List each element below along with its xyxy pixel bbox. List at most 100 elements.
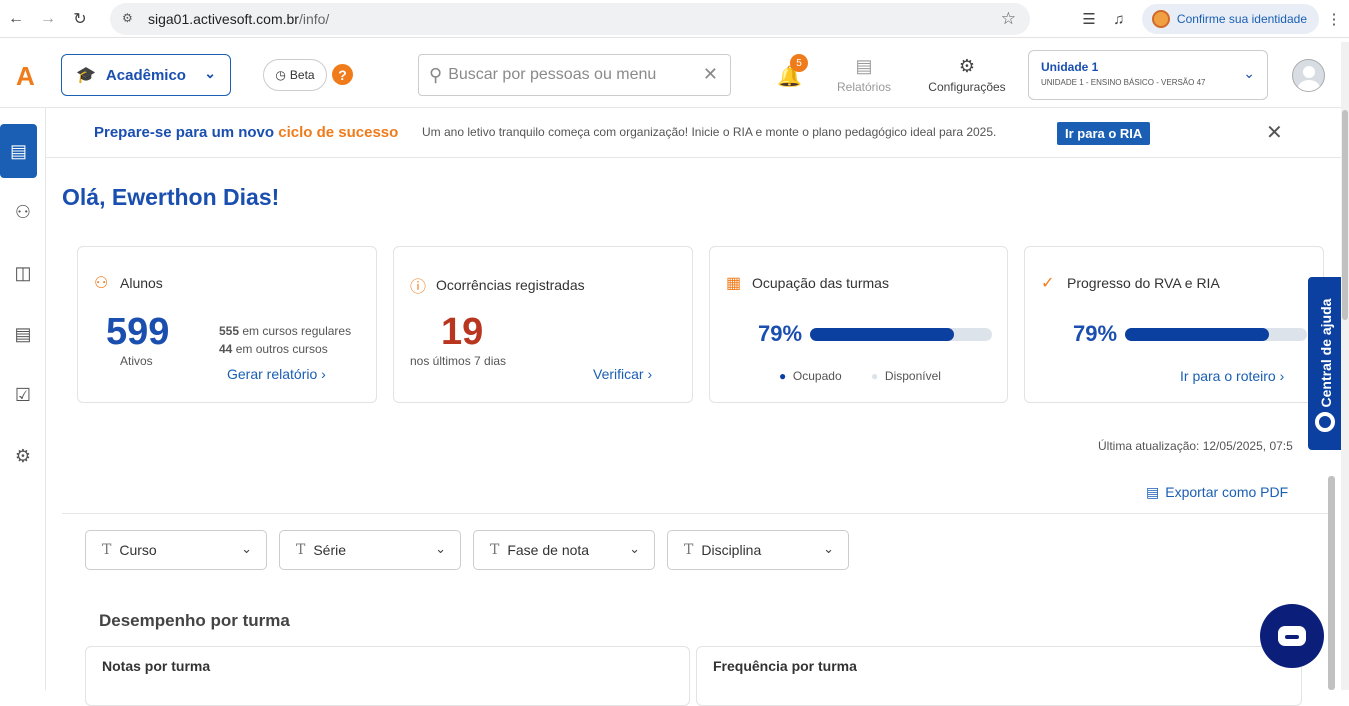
grades-panel: Notas por turma [85,646,690,706]
settings-link[interactable]: ⚙ Configurações [920,56,1014,94]
book-icon: ▤ [14,323,32,344]
sidebar: ▤ ⚇ ◫ ▤ ☑ ⚙ [0,108,46,690]
text-type-icon: T [684,542,694,558]
unit-name: Unidade 1 [1041,60,1099,74]
logo-letter: A [16,61,35,91]
back-icon[interactable]: ← [0,0,32,38]
filter-label: Fase de nota [507,542,590,558]
id-card-icon: ◫ [14,262,32,283]
progress-bar-fill [1125,328,1269,341]
reload-icon[interactable]: ↻ [64,0,96,38]
more-menu-icon[interactable]: ⋮ [1319,10,1349,28]
export-label: Exportar como PDF [1165,484,1289,500]
help-icon[interactable]: ? [332,64,353,85]
legend-occupied: ● Ocupado [779,369,842,383]
occupancy-card: ▦ Ocupação das turmas 79% ● Ocupado ● Di… [709,246,1008,403]
legend-dot-icon: ● [779,369,787,383]
chevron-down-icon: ⌄ [241,541,252,556]
filter-label: Série [313,542,347,558]
occupancy-title: Ocupação das turmas [752,275,889,291]
filter-grade-phase[interactable]: T Fase de nota ⌄ [473,530,655,570]
app-header: A 🎓 Acadêmico ⌄ ◷ Beta ? ⚲ ✕ 🔔 5 ▤ Relat… [0,42,1349,108]
card-title: ✓ Progresso do RVA e RIA [1041,273,1220,293]
page-scrollbar-thumb[interactable] [1342,110,1348,320]
students-card: ⚇ Alunos 599 Ativos 555 em cursos regula… [77,246,377,403]
pdf-icon: ▤ [1146,484,1160,500]
chevron-down-icon: ⌄ [1243,65,1255,81]
text-type-icon: T [490,542,500,558]
address-bar[interactable]: ⚙ siga01.activesoft.com.br/info/ ☆ [110,3,1030,35]
forward-icon[interactable]: → [32,0,64,38]
students-sub: Ativos [120,354,153,368]
occurrences-count: 19 [441,311,484,353]
sidebar-item-book[interactable]: ▤ [0,314,46,354]
browser-actions: ☰ ♫ Confirme sua identidade ⋮ [1074,0,1349,38]
banner-title-prefix: Prepare-se para um novo [94,124,279,141]
chevron-down-icon: ⌄ [629,541,640,556]
extensions-icon[interactable]: ☰ [1074,10,1104,28]
occurrences-sub: nos últimos 7 dias [410,354,507,368]
other-text: em outros cursos [232,342,328,356]
sidebar-item-checklist[interactable]: ☑ [0,375,46,415]
clear-search-icon[interactable]: ✕ [703,64,718,85]
progress-card: ✓ Progresso do RVA e RIA 79% Ir para o r… [1024,246,1324,403]
settings-label: Configurações [928,80,1006,94]
document-icon: ▤ [855,56,873,76]
filter-course[interactable]: T Curso ⌄ [85,530,267,570]
bookmark-star-icon[interactable]: ☆ [1001,9,1016,29]
module-selector[interactable]: 🎓 Acadêmico ⌄ [61,54,231,96]
verify-link[interactable]: Verificar [593,366,652,382]
search-input[interactable] [448,66,689,84]
site-settings-icon[interactable]: ⚙ [122,11,138,27]
divider [62,513,1330,514]
clock-icon: ◷ [275,68,286,82]
graduation-cap-icon: 🎓 [76,67,96,84]
filter-grade[interactable]: T Série ⌄ [279,530,461,570]
regular-text: em cursos regulares [239,324,352,338]
generate-report-link[interactable]: Gerar relatório [227,366,326,382]
go-to-ria-button[interactable]: Ir para o RIA [1057,122,1151,145]
help-center-tab[interactable]: Central de ajuda [1308,277,1341,450]
sidebar-item-dashboard[interactable]: ▤ [0,124,37,178]
app-logo[interactable]: A [16,61,35,92]
chat-button[interactable] [1260,604,1324,668]
reports-label: Relatórios [836,80,892,94]
gear-icon: ⚙ [958,56,976,76]
grades-panel-title: Notas por turma [102,658,211,674]
url-host: siga01.activesoft.com.br [148,11,299,27]
filter-label: Curso [119,542,157,558]
text-type-icon: T [102,542,112,558]
beta-toggle[interactable]: ◷ Beta [263,59,327,91]
sidebar-item-settings[interactable]: ⚙ [0,436,46,476]
profile-icon [1151,10,1170,28]
progress-title: Progresso do RVA e RIA [1067,275,1220,291]
legend-occupied-label: Ocupado [792,369,842,383]
go-to-roadmap-link[interactable]: Ir para o roteiro [1180,368,1284,384]
export-pdf-link[interactable]: ▤ Exportar como PDF [1146,484,1288,501]
legend-dot-icon: ● [871,369,879,383]
students-count: 599 [106,311,170,353]
content-scrollbar-thumb[interactable] [1328,476,1335,690]
lifebuoy-icon [1315,412,1335,432]
group-icon: ⚇ [14,201,32,222]
promo-banner: Prepare-se para um novo ciclo de sucesso… [46,108,1341,158]
sidebar-item-people[interactable]: ⚇ [0,192,46,232]
sidebar-item-id-card[interactable]: ◫ [0,253,46,293]
progress-bar [1125,328,1307,341]
unit-selector[interactable]: Unidade 1 UNIDADE 1 - ENSINO BÁSICO - VE… [1028,50,1268,100]
legend-available-label: Disponível [884,369,941,383]
reports-link[interactable]: ▤ Relatórios [832,56,896,94]
close-icon[interactable]: ✕ [1266,120,1283,145]
legend-available: ● Disponível [871,369,941,383]
browser-toolbar: ← → ↻ ⚙ siga01.activesoft.com.br/info/ ☆… [0,0,1349,38]
banner-title-highlight: ciclo de sucesso [278,124,399,141]
avatar[interactable] [1292,59,1325,92]
check-icon: ✓ [1041,275,1055,292]
media-icon[interactable]: ♫ [1104,11,1134,28]
identity-button[interactable]: Confirme sua identidade [1141,4,1319,34]
alert-circle-icon: ⓘ [410,279,427,296]
beta-label: Beta [289,68,315,82]
filter-subject[interactable]: T Disciplina ⌄ [667,530,849,570]
attendance-panel: Frequência por turma [696,646,1302,706]
url-path: /info/ [298,11,330,27]
